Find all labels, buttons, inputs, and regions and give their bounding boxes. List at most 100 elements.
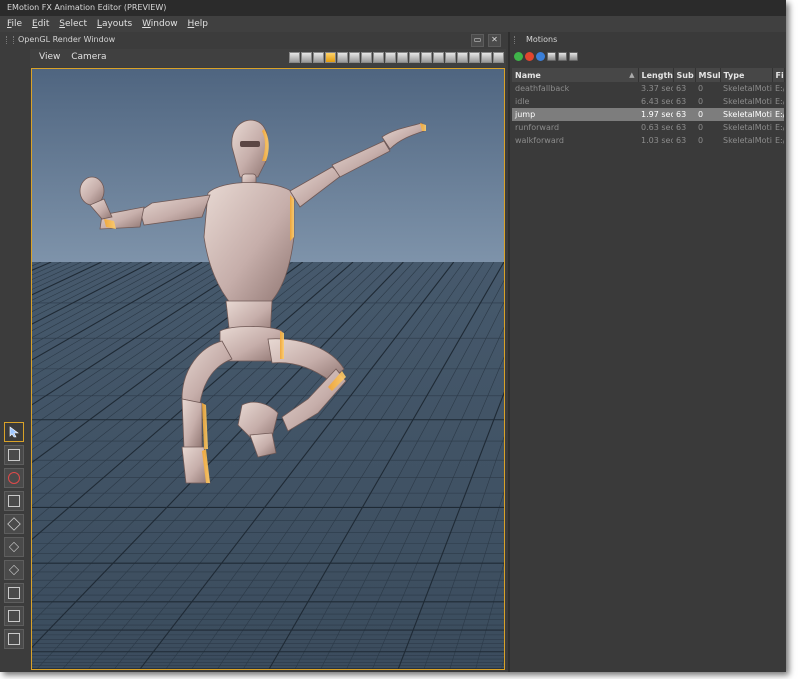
- motions-toolbar: [514, 52, 580, 64]
- render-option-icon[interactable]: [313, 52, 324, 63]
- menu-select[interactable]: Select: [59, 16, 87, 32]
- render-option-icon[interactable]: [421, 52, 432, 63]
- motion-file: E:/Pe: [775, 84, 784, 93]
- motion-sub: 63: [676, 84, 687, 93]
- move-icon: [8, 449, 20, 461]
- motion-file: E:/Pe: [775, 97, 784, 106]
- column-header-sub[interactable]: Sub: [673, 68, 696, 82]
- motion-sub: 63: [676, 97, 687, 106]
- motion-file: E:/Pe: [775, 136, 784, 145]
- scale-tool-button[interactable]: [4, 491, 24, 511]
- viewport-icon-bar: [288, 52, 504, 65]
- render-option-icon[interactable]: [433, 52, 444, 63]
- move-tool-button[interactable]: [4, 445, 24, 465]
- menu-edit[interactable]: Edit: [32, 16, 49, 32]
- motion-sub: 63: [676, 136, 687, 145]
- motion-msub: 0: [698, 123, 704, 132]
- render-option-icon[interactable]: [373, 52, 384, 63]
- stacked-view-icon: [8, 564, 20, 576]
- triple-view-button[interactable]: [4, 606, 24, 626]
- render-option-icon[interactable]: [349, 52, 360, 63]
- render-window-title-text: OpenGL Render Window: [18, 35, 116, 44]
- render-option-icon[interactable]: [361, 52, 372, 63]
- render-option-icon[interactable]: [397, 52, 408, 63]
- panel-grip-icon[interactable]: [6, 35, 14, 44]
- motion-length: 3.37 sec: [641, 84, 673, 93]
- motion-length: 1.03 sec: [641, 136, 673, 145]
- cursor-icon: [8, 426, 20, 438]
- render-option-icon[interactable]: [289, 52, 300, 63]
- quad-view-icon: [8, 587, 20, 599]
- menu-file[interactable]: File: [7, 16, 22, 32]
- single-view-button[interactable]: [4, 514, 24, 534]
- render-option-icon[interactable]: [301, 52, 312, 63]
- table-row[interactable]: walkforward 1.03 sec 63 0 SkeletalMoti..…: [512, 134, 784, 147]
- render-window-title: OpenGL Render Window: [6, 34, 115, 46]
- render-option-icon[interactable]: [493, 52, 504, 63]
- viewport-menu-view[interactable]: View: [39, 52, 60, 62]
- remove-icon[interactable]: [525, 52, 534, 61]
- motion-name: idle: [515, 97, 530, 106]
- motion-type: SkeletalMoti...: [723, 123, 772, 132]
- menu-layouts[interactable]: Layouts: [97, 16, 132, 32]
- column-header-filename[interactable]: FileName: [772, 68, 785, 82]
- motions-table: Name▲ Length Sub MSub Type FileName deat…: [512, 68, 785, 147]
- column-header-name[interactable]: Name ▲: [512, 68, 639, 82]
- menu-help[interactable]: Help: [187, 16, 208, 32]
- column-header-msub[interactable]: MSub: [695, 68, 721, 82]
- list-icon[interactable]: [558, 52, 567, 61]
- motion-sub: 63: [676, 123, 687, 132]
- add-icon[interactable]: [514, 52, 523, 61]
- render-option-icon[interactable]: [385, 52, 396, 63]
- dual-view-button[interactable]: [4, 537, 24, 557]
- motion-type: SkeletalMoti...: [723, 84, 772, 93]
- close-button[interactable]: ✕: [488, 34, 501, 47]
- motion-length: 1.97 sec: [638, 108, 673, 121]
- layout-view-button[interactable]: [4, 629, 24, 649]
- table-header-row: Name▲ Length Sub MSub Type FileName: [512, 68, 785, 82]
- motion-type: SkeletalMoti...: [723, 97, 772, 106]
- render-option-icon[interactable]: [457, 52, 468, 63]
- 3d-viewport[interactable]: [31, 68, 505, 670]
- motion-type: SkeletalMoti...: [723, 136, 772, 145]
- motion-msub: 0: [695, 108, 720, 121]
- column-header-type[interactable]: Type: [720, 68, 773, 82]
- menu-window[interactable]: Window: [142, 16, 178, 32]
- table-row[interactable]: idle 6.43 sec 63 0 SkeletalMoti... E:/Pe: [512, 95, 784, 108]
- layers-icon[interactable]: [569, 52, 578, 61]
- sort-ascending-icon: ▲: [629, 70, 635, 79]
- info-icon[interactable]: [536, 52, 545, 61]
- motions-title: Motions: [514, 34, 557, 46]
- motion-name: jump: [512, 108, 638, 121]
- viewport-side-toolbar: [4, 422, 26, 652]
- motion-msub: 0: [698, 84, 704, 93]
- character-model: [79, 119, 426, 484]
- quad-view-button[interactable]: [4, 583, 24, 603]
- rotate-icon: [8, 472, 20, 484]
- dual-view-icon: [8, 541, 20, 553]
- render-option-icon[interactable]: [481, 52, 492, 63]
- render-option-icon[interactable]: [445, 52, 456, 63]
- render-option-icon[interactable]: [325, 52, 336, 63]
- column-header-length[interactable]: Length: [638, 68, 674, 82]
- panel-grip-icon[interactable]: [514, 35, 520, 44]
- table-row[interactable]: deathfallback 3.37 sec 63 0 SkeletalMoti…: [512, 82, 784, 95]
- save-icon[interactable]: [547, 52, 556, 61]
- menu-bar: File Edit Select Layouts Window Help: [0, 16, 786, 32]
- select-tool-button[interactable]: [4, 422, 24, 442]
- restore-button[interactable]: ▭: [471, 34, 484, 47]
- motion-file: E:/Pe: [772, 108, 784, 121]
- table-row[interactable]: runforward 0.63 sec 63 0 SkeletalMoti...…: [512, 121, 784, 134]
- title-bar: EMotion FX Animation Editor (PREVIEW): [0, 0, 786, 16]
- render-option-icon[interactable]: [469, 52, 480, 63]
- window-title: EMotion FX Animation Editor (PREVIEW): [7, 3, 167, 12]
- motion-name: runforward: [515, 123, 560, 132]
- table-row-selected[interactable]: jump 1.97 sec 63 0 SkeletalMoti... E:/Pe: [512, 108, 784, 121]
- render-option-icon[interactable]: [409, 52, 420, 63]
- render-option-icon[interactable]: [337, 52, 348, 63]
- rotate-tool-button[interactable]: [4, 468, 24, 488]
- motion-msub: 0: [698, 97, 704, 106]
- viewport-menu-camera[interactable]: Camera: [71, 52, 106, 62]
- motion-sub: 63: [673, 108, 695, 121]
- stack-view-button[interactable]: [4, 560, 24, 580]
